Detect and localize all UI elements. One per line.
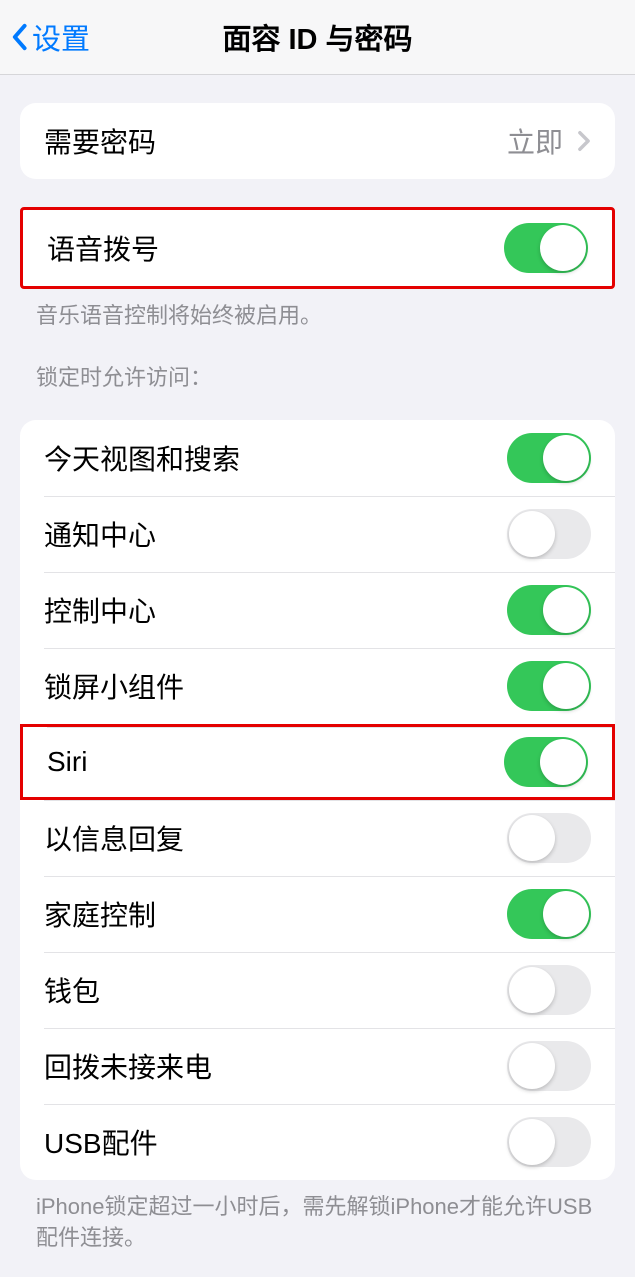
- access-row: 今天视图和搜索: [20, 420, 615, 496]
- toggle-knob: [509, 1119, 555, 1165]
- row-label: 通知中心: [44, 514, 156, 554]
- toggle-knob: [540, 225, 586, 271]
- access-row: 以信息回复: [20, 800, 615, 876]
- toggle-knob: [509, 815, 555, 861]
- row-label: 语音拨号: [47, 228, 159, 268]
- back-label: 设置: [32, 16, 90, 58]
- access-toggle[interactable]: [507, 433, 591, 483]
- toggle-knob: [540, 739, 586, 785]
- row-label: 家庭控制: [44, 894, 156, 934]
- access-row: 控制中心: [20, 572, 615, 648]
- row-label: Siri: [47, 746, 87, 778]
- access-toggle[interactable]: [507, 661, 591, 711]
- toggle-knob: [509, 1043, 555, 1089]
- voice-dial-row: 语音拨号: [23, 210, 612, 286]
- toggle-knob: [543, 891, 589, 937]
- row-label: USB配件: [44, 1122, 158, 1162]
- access-row: Siri: [20, 724, 615, 800]
- voice-dial-footer: 音乐语音控制将始终被启用。: [36, 301, 599, 332]
- require-passcode-row[interactable]: 需要密码 立即: [20, 103, 615, 179]
- access-toggle[interactable]: [507, 813, 591, 863]
- require-passcode-group: 需要密码 立即: [20, 103, 615, 179]
- locked-access-group: 今天视图和搜索通知中心控制中心锁屏小组件 Siri 以信息回复家庭控制钱包回拨未接来…: [20, 420, 615, 1180]
- toggle-knob: [543, 663, 589, 709]
- row-value: 立即: [507, 121, 563, 161]
- access-toggle[interactable]: [507, 509, 591, 559]
- row-label: 以信息回复: [44, 818, 184, 858]
- voice-dial-group: 语音拨号: [20, 207, 615, 289]
- row-label: 今天视图和搜索: [44, 438, 240, 478]
- access-toggle[interactable]: [507, 585, 591, 635]
- back-chevron-icon: [8, 23, 30, 51]
- page-title: 面容 ID 与密码: [222, 16, 412, 58]
- access-toggle[interactable]: [507, 889, 591, 939]
- access-row: USB配件: [20, 1104, 615, 1180]
- toggle-knob: [543, 587, 589, 633]
- row-label: 锁屏小组件: [44, 666, 184, 706]
- toggle-knob: [509, 511, 555, 557]
- access-row: 钱包: [20, 952, 615, 1028]
- toggle-knob: [543, 435, 589, 481]
- access-toggle[interactable]: [504, 737, 588, 787]
- usb-footer: iPhone锁定超过一小时后，需先解锁iPhone才能允许USB配件连接。: [36, 1192, 599, 1254]
- row-right: 立即: [507, 121, 591, 161]
- content: 需要密码 立即 语音拨号 音乐语音控制将始终被启用。 锁定时允许访问： 今天视图…: [0, 103, 635, 1277]
- locked-access-header: 锁定时允许访问：: [36, 360, 599, 392]
- row-label: 需要密码: [44, 121, 156, 161]
- toggle-knob: [509, 967, 555, 1013]
- row-label: 控制中心: [44, 590, 156, 630]
- access-toggle[interactable]: [507, 1041, 591, 1091]
- row-label: 回拨未接来电: [44, 1046, 212, 1086]
- back-button[interactable]: 设置: [8, 16, 90, 58]
- access-toggle[interactable]: [507, 1117, 591, 1167]
- access-row: 家庭控制: [20, 876, 615, 952]
- access-row: 通知中心: [20, 496, 615, 572]
- access-toggle[interactable]: [507, 965, 591, 1015]
- access-row: 锁屏小组件: [20, 648, 615, 724]
- access-row: 回拨未接来电: [20, 1028, 615, 1104]
- navigation-bar: 设置 面容 ID 与密码: [0, 0, 635, 75]
- chevron-right-icon: [577, 130, 591, 152]
- row-label: 钱包: [44, 970, 100, 1010]
- voice-dial-toggle[interactable]: [504, 223, 588, 273]
